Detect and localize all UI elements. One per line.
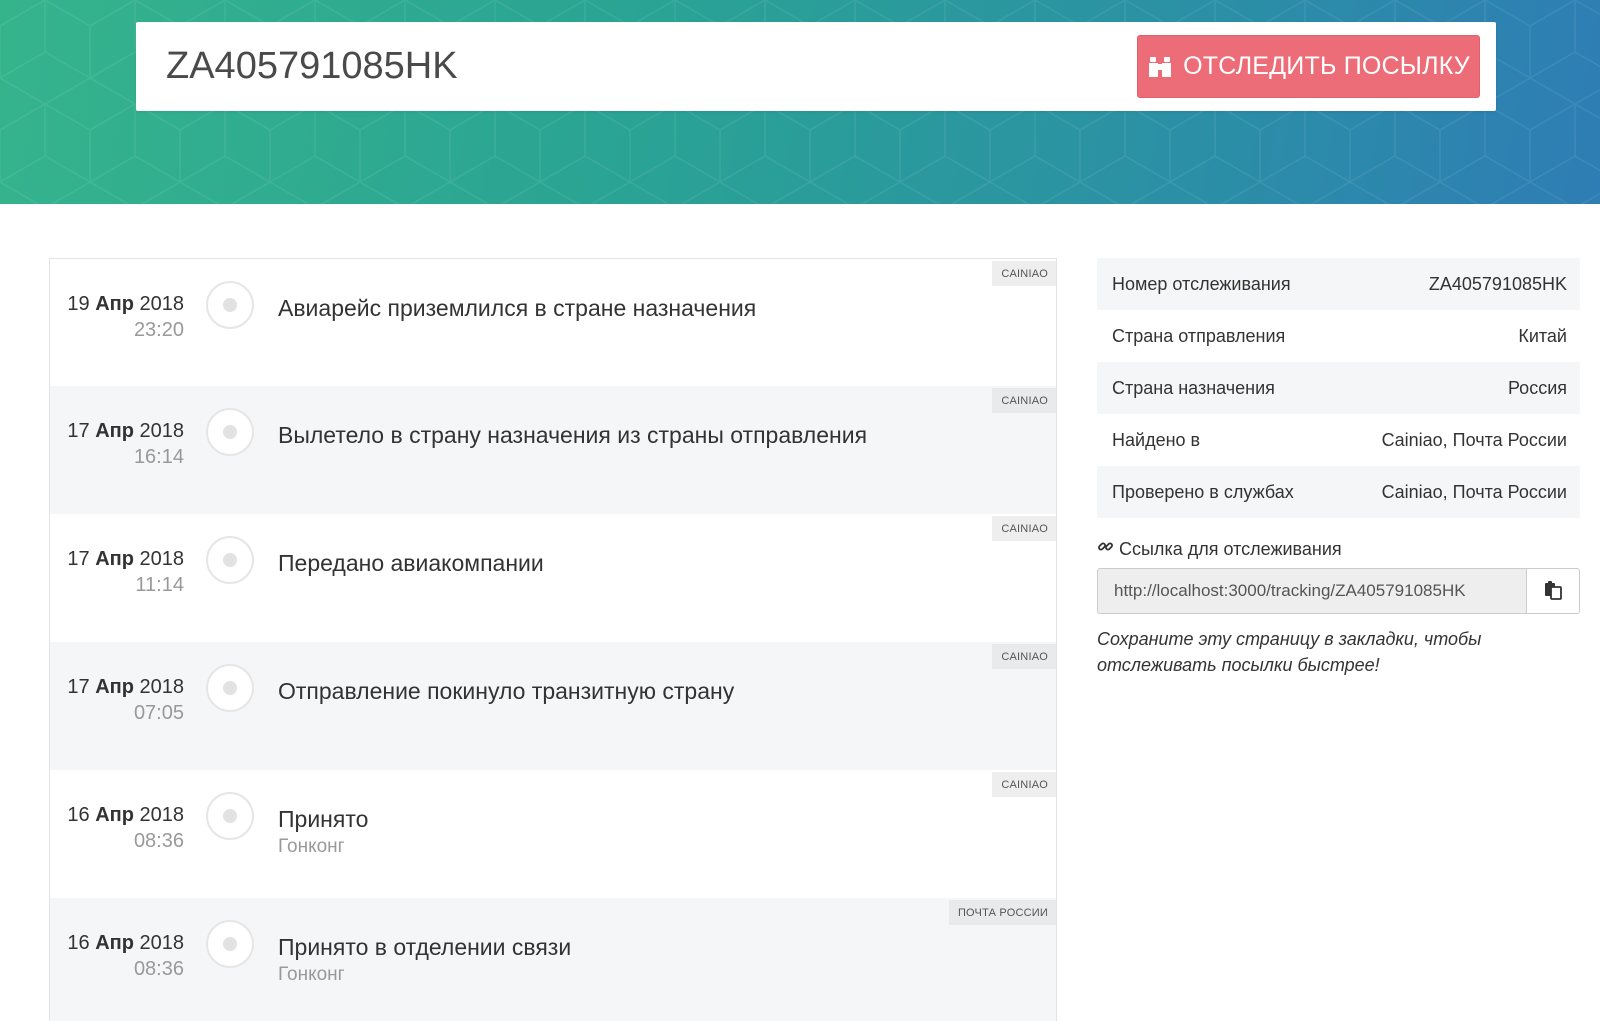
info-value: Cainiao, Почта России <box>1381 429 1567 450</box>
timeline-dot-icon <box>206 281 254 329</box>
timeline-dot-icon <box>206 536 254 584</box>
event-title: Принято <box>278 806 369 832</box>
event-title: Передано авиакомпании <box>278 550 544 576</box>
event-source-badge: CAINIAO <box>992 644 1056 669</box>
tracking-number-input[interactable] <box>166 40 1066 92</box>
info-row-tracking-number: Номер отслеживания ZA405791085HK <box>1097 258 1580 310</box>
timeline-event: 17 Апр 2018 07:05 Отправление покинуло т… <box>49 642 1057 770</box>
event-time: 08:36 <box>133 830 184 852</box>
track-parcel-button[interactable]: ОТСЛЕДИТЬ ПОСЫЛКУ <box>1137 35 1480 98</box>
info-label: Страна отправления <box>1112 325 1286 346</box>
event-source-badge: CAINIAO <box>992 388 1056 413</box>
info-value: ZA405791085HK <box>1428 273 1567 294</box>
tracking-link-heading: Ссылка для отслеживания <box>1097 538 1580 560</box>
event-title: Отправление покинуло транзитную страну <box>278 678 735 704</box>
tracking-link-label: Ссылка для отслеживания <box>1119 538 1342 559</box>
info-row-checked-services: Проверено в службах Cainiao, Почта Росси… <box>1097 466 1580 518</box>
timeline-event: 16 Апр 2018 08:36 Принято Гонконг CAINIA… <box>49 770 1057 898</box>
tracking-timeline: 19 Апр 2018 23:20 Авиарейс приземлился в… <box>49 258 1057 1021</box>
event-date: 16 Апр 2018 <box>67 932 184 954</box>
timeline-dot-icon <box>206 408 254 456</box>
parcel-info-panel: Номер отслеживания ZA405791085HK Страна … <box>1097 258 1580 678</box>
event-time: 07:05 <box>133 702 184 724</box>
event-date: 16 Апр 2018 <box>67 804 184 826</box>
timeline-dot-icon <box>206 792 254 840</box>
event-time: 08:36 <box>133 958 184 980</box>
info-row-destination-country: Страна назначения Россия <box>1097 362 1580 414</box>
info-row-found-in: Найдено в Cainiao, Почта России <box>1097 414 1580 466</box>
track-button-label: ОТСЛЕДИТЬ ПОСЫЛКУ <box>1183 52 1470 80</box>
info-value: Cainiao, Почта России <box>1381 481 1567 502</box>
timeline-event: 17 Апр 2018 16:14 Вылетело в страну назн… <box>49 386 1057 514</box>
info-value: Китай <box>1518 325 1567 346</box>
event-time: 11:14 <box>135 574 184 596</box>
info-value: Россия <box>1507 377 1567 398</box>
info-label: Найдено в <box>1112 429 1201 450</box>
info-label: Страна назначения <box>1112 377 1275 398</box>
event-title: Принято в отделении связи <box>278 934 572 960</box>
event-title: Авиарейс приземлился в стране назначения <box>278 295 757 321</box>
clipboard-icon <box>1543 580 1563 603</box>
event-location: Гонконг <box>278 964 345 985</box>
tracking-link-field[interactable] <box>1097 568 1526 614</box>
link-icon <box>1097 538 1114 560</box>
info-label: Номер отслеживания <box>1112 273 1291 294</box>
timeline-event: 19 Апр 2018 23:20 Авиарейс приземлился в… <box>49 258 1057 386</box>
event-time: 16:14 <box>133 446 184 468</box>
event-date: 17 Апр 2018 <box>67 676 184 698</box>
timeline-event: 16 Апр 2018 08:36 Принято в отделении св… <box>49 898 1057 1021</box>
timeline-event: 17 Апр 2018 11:14 Передано авиакомпании … <box>49 514 1057 642</box>
timeline-dot-icon <box>206 920 254 968</box>
header-banner: ОТСЛЕДИТЬ ПОСЫЛКУ <box>0 0 1600 204</box>
event-source-badge: CAINIAO <box>992 772 1056 797</box>
info-row-origin-country: Страна отправления Китай <box>1097 310 1580 362</box>
tracking-search-bar: ОТСЛЕДИТЬ ПОСЫЛКУ <box>136 22 1496 111</box>
event-date: 17 Апр 2018 <box>67 548 184 570</box>
event-time: 23:20 <box>133 319 184 341</box>
event-source-badge: CAINIAO <box>992 516 1056 541</box>
event-title: Вылетело в страну назначения из страны о… <box>278 422 868 448</box>
tracking-link-group <box>1097 568 1580 614</box>
event-source-badge: CAINIAO <box>992 261 1056 286</box>
binoculars-icon <box>1147 54 1173 80</box>
event-source-badge: ПОЧТА РОССИИ <box>948 900 1056 925</box>
info-label: Проверено в службах <box>1112 481 1294 502</box>
copy-link-button[interactable] <box>1526 568 1580 614</box>
timeline-dot-icon <box>206 664 254 712</box>
event-date: 17 Апр 2018 <box>67 420 184 442</box>
event-date: 19 Апр 2018 <box>67 293 184 315</box>
event-location: Гонконг <box>278 836 345 857</box>
bookmark-hint: Сохраните эту страницу в закладки, чтобы… <box>1097 629 1482 675</box>
